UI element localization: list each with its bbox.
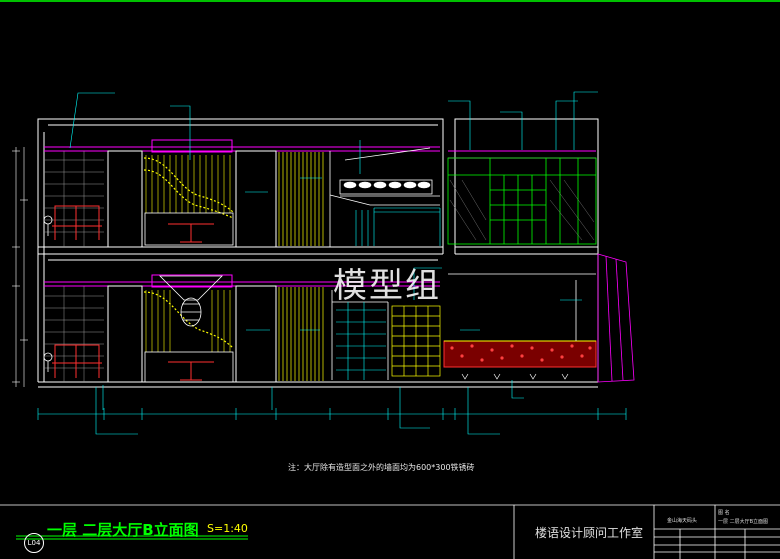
hatch-right-upper (449, 179, 595, 241)
drawing-name: 一层 二层大厅B立面图 (718, 519, 769, 525)
bench-back-upper (144, 212, 234, 246)
wall-panels (107, 150, 277, 383)
tile-grid-upper-left (44, 151, 104, 247)
booth-seat-lower (52, 344, 102, 378)
dimension-bottom (37, 408, 627, 420)
glass-facade (597, 253, 635, 383)
dining-table-lower (168, 361, 214, 381)
watermark: 模型组 (333, 266, 441, 306)
tile-note: 注：大厅除有造型面之外的墙面均为600*300铁锈砖 (288, 463, 475, 472)
pendant-lamp-icon (159, 275, 223, 327)
cyan-tread-lines (336, 302, 386, 380)
floor-markers (461, 373, 569, 380)
slat-screen-upper (278, 152, 324, 246)
stair-railing (355, 207, 441, 246)
project-name: 金山海天码头 (667, 518, 698, 524)
plant-icon (43, 215, 53, 372)
right-lower-wall (448, 273, 596, 341)
wave-feature-upper (143, 155, 234, 219)
chandelier-icon (343, 181, 431, 189)
tile-grid-lower-left (44, 286, 104, 382)
drawing-scale: S=1:40 (207, 522, 248, 535)
wave-feature-lower (143, 290, 234, 352)
name-label: 图 名 (718, 510, 730, 516)
bench-back-lower (144, 351, 234, 383)
studio-name: 楼语设计顾问工作室 (535, 526, 644, 540)
dimension-left (12, 147, 28, 387)
drawing-title: 一层 二层大厅B立面图 (47, 521, 199, 539)
slat-screen-lower (278, 287, 324, 381)
wine-rack-lower (391, 305, 441, 377)
ceiling-trim (44, 139, 596, 288)
booth-seat-upper (52, 205, 102, 240)
dining-table-upper (168, 223, 214, 243)
flower-bed (443, 340, 597, 368)
sheet-number: L04 (24, 533, 44, 553)
